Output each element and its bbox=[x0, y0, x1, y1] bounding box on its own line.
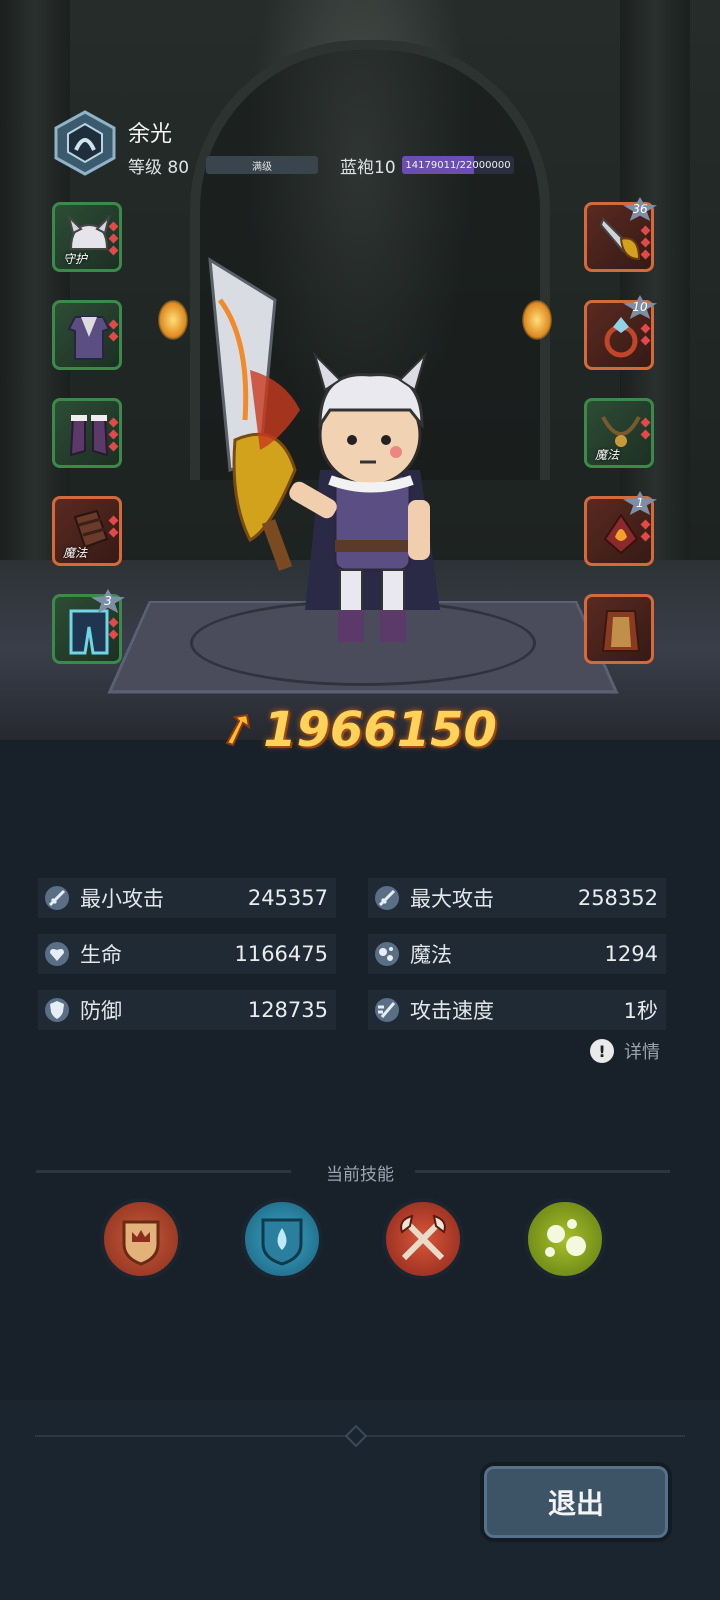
stat-value: 245357 bbox=[247, 886, 328, 910]
magic-icon bbox=[375, 942, 399, 966]
flame-charm-icon bbox=[603, 513, 639, 555]
equip-slot-ring[interactable]: 10 bbox=[584, 295, 657, 370]
sword-icon bbox=[375, 886, 399, 910]
heart-icon bbox=[45, 942, 69, 966]
equip-slot-charm[interactable]: 1 bbox=[584, 491, 657, 566]
stat-label: 防御 bbox=[80, 999, 122, 1023]
left-pillar bbox=[0, 0, 70, 560]
stat-label: 生命 bbox=[80, 943, 122, 967]
flame-sword-icon bbox=[208, 257, 300, 571]
stat-label: 魔法 bbox=[410, 943, 452, 967]
ring-icon bbox=[604, 317, 638, 358]
skill-slot-3[interactable] bbox=[382, 1198, 464, 1280]
stat-defense: 防御 128735 bbox=[38, 990, 336, 1030]
torch-left-icon bbox=[158, 300, 188, 340]
equip-tag: 守护 bbox=[63, 252, 88, 266]
right-pillar bbox=[620, 0, 690, 560]
level-max-bar: 满级 bbox=[206, 156, 318, 174]
rank-label: 蓝袍10 bbox=[340, 158, 396, 178]
level-status: 满级 bbox=[252, 161, 272, 173]
equip-slot-belt[interactable] bbox=[584, 594, 654, 664]
equip-slot-bracer[interactable]: 魔法 bbox=[52, 496, 122, 566]
combat-power-value: 1966150 bbox=[263, 702, 497, 758]
stat-label: 最小攻击 bbox=[80, 887, 164, 911]
stat-attack-speed: 攻击速度 1秒 bbox=[368, 990, 666, 1030]
rank-progress-bar: 14179011/22000000 bbox=[402, 156, 514, 174]
equip-tag: 魔法 bbox=[595, 448, 620, 462]
stat-value: 1294 bbox=[604, 942, 658, 966]
skill-slot-2[interactable] bbox=[241, 1198, 323, 1280]
power-icon bbox=[225, 713, 251, 747]
sword-icon bbox=[45, 886, 69, 910]
armor-icon bbox=[67, 316, 111, 360]
equip-tag: 魔法 bbox=[63, 546, 88, 560]
stat-value: 1166475 bbox=[234, 942, 328, 966]
rank-progress-text: 14179011/22000000 bbox=[405, 159, 511, 171]
shield-icon bbox=[45, 998, 69, 1022]
boots-icon bbox=[69, 415, 109, 457]
flame-sword-item-icon bbox=[599, 217, 641, 261]
info-icon: ! bbox=[590, 1039, 614, 1063]
pants-icon bbox=[69, 609, 109, 655]
bubbles-icon bbox=[545, 1219, 586, 1257]
equip-slot-necklace[interactable]: 魔法 bbox=[584, 398, 654, 468]
crown-shield-icon bbox=[122, 1220, 160, 1266]
stat-value: 258352 bbox=[577, 886, 658, 910]
stat-hp: 生命 1166475 bbox=[38, 934, 336, 974]
combat-power: 1966150 bbox=[0, 700, 720, 760]
belt-icon bbox=[601, 610, 641, 652]
torch-right-icon bbox=[522, 300, 552, 340]
equip-slot-helmet[interactable]: 守护 bbox=[52, 202, 122, 272]
rank-emblem-icon bbox=[54, 110, 116, 176]
hero-character bbox=[208, 257, 440, 642]
equip-slot-pants[interactable]: 3 bbox=[52, 589, 125, 664]
stat-label: 攻击速度 bbox=[410, 999, 494, 1023]
stat-magic: 魔法 1294 bbox=[368, 934, 666, 974]
stat-min-attack: 最小攻击 245357 bbox=[38, 878, 336, 918]
speed-sword-icon bbox=[375, 998, 399, 1022]
stat-label: 最大攻击 bbox=[410, 887, 494, 911]
crossed-axes-icon bbox=[400, 1214, 446, 1261]
stat-value: 1秒 bbox=[623, 999, 658, 1023]
exit-button[interactable]: 退出 bbox=[480, 1462, 672, 1542]
skill-slot-4[interactable] bbox=[524, 1198, 606, 1280]
details-button[interactable]: ! 详情 bbox=[590, 1038, 660, 1064]
skill-slot-1[interactable] bbox=[100, 1198, 182, 1280]
player-level: 等级 80 bbox=[128, 158, 190, 178]
equip-slot-boots[interactable] bbox=[52, 398, 122, 468]
skills-title: 当前技能 bbox=[326, 1165, 394, 1185]
stat-max-attack: 最大攻击 258352 bbox=[368, 878, 666, 918]
water-shield-icon bbox=[261, 1218, 303, 1266]
details-label: 详情 bbox=[624, 1042, 660, 1063]
stat-value: 128735 bbox=[247, 998, 328, 1022]
equip-slot-armor[interactable] bbox=[52, 300, 122, 370]
equip-slot-weapon[interactable]: 36 bbox=[584, 197, 657, 272]
player-name: 余光 bbox=[128, 122, 173, 147]
